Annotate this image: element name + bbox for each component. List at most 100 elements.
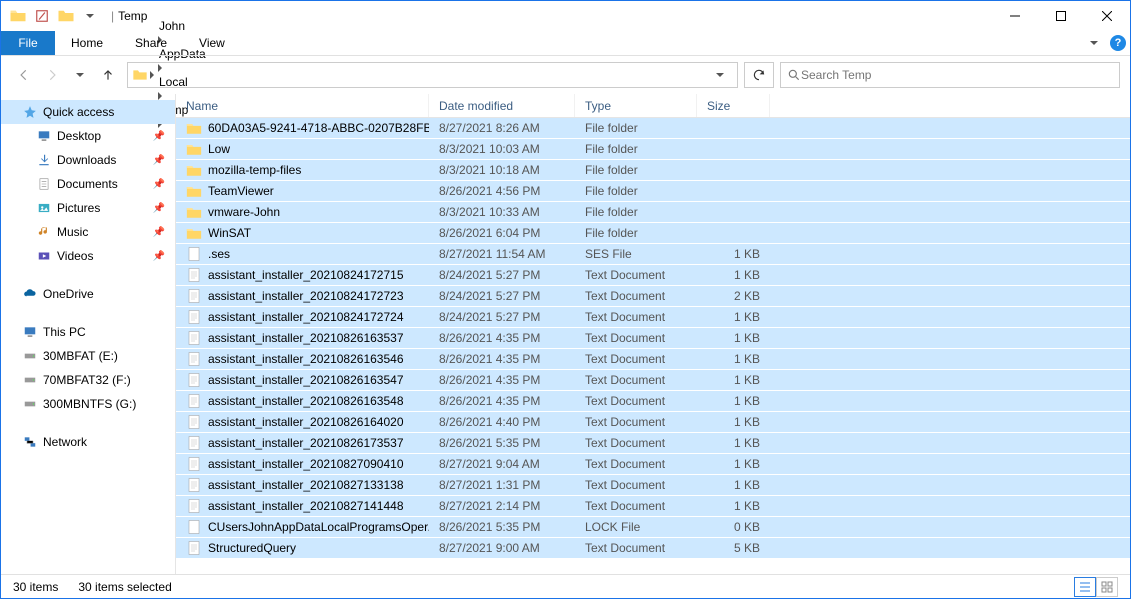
folder-icon [186,141,202,157]
file-date: 8/26/2021 4:40 PM [429,412,575,432]
file-row[interactable]: assistant_installer_202108270904108/27/2… [176,454,1130,475]
file-tab[interactable]: File [1,31,55,55]
nav-label: 70MBFAT32 (F:) [43,373,131,387]
app-folder-icon [7,5,29,27]
qat-dropdown-button[interactable] [79,5,101,27]
view-details-button[interactable] [1074,577,1096,597]
nav-drive-item[interactable]: 300MBNTFS (G:) [1,392,175,416]
share-tab[interactable]: Share [119,31,183,55]
file-type: Text Document [575,265,697,285]
column-header-date[interactable]: Date modified [429,94,575,117]
chevron-right-icon [156,61,164,75]
column-header-name[interactable]: Name [176,94,429,117]
refresh-button[interactable] [744,62,774,88]
nav-label: Pictures [57,201,100,215]
qat-properties-button[interactable] [31,5,53,27]
file-row[interactable]: TeamViewer8/26/2021 4:56 PMFile folder [176,181,1130,202]
address-dropdown-button[interactable] [707,62,733,88]
nav-network[interactable]: Network [1,430,175,454]
text-file-icon [186,393,202,409]
folder-icon [186,162,202,178]
file-row[interactable]: WinSAT8/26/2021 6:04 PMFile folder [176,223,1130,244]
file-row[interactable]: assistant_installer_202108261635378/26/2… [176,328,1130,349]
status-item-count: 30 items [13,580,58,594]
text-file-icon [186,477,202,493]
nav-label: OneDrive [43,287,94,301]
nav-drive-item[interactable]: 30MBFAT (E:) [1,344,175,368]
back-button[interactable] [11,62,37,88]
qat-new-folder-button[interactable] [55,5,77,27]
file-row[interactable]: assistant_installer_202108241727238/24/2… [176,286,1130,307]
file-rows[interactable]: 60DA03A5-9241-4718-ABBC-0207B28FBF568/27… [176,118,1130,574]
file-size [697,118,770,138]
nav-pinned-item[interactable]: Pictures📌 [1,196,175,220]
file-row[interactable]: vmware-John8/3/2021 10:33 AMFile folder [176,202,1130,223]
up-button[interactable] [95,62,121,88]
column-header-type[interactable]: Type [575,94,697,117]
file-row[interactable]: assistant_installer_202108241727248/24/2… [176,307,1130,328]
nav-pinned-item[interactable]: Desktop📌 [1,124,175,148]
address-bar[interactable]: JohnAppDataLocalTemp [127,62,738,88]
file-row[interactable]: StructuredQuery8/27/2021 9:00 AMText Doc… [176,538,1130,559]
file-name: assistant_installer_20210827141448 [208,499,404,513]
file-type: Text Document [575,307,697,327]
search-input[interactable] [801,68,1113,82]
file-type: Text Document [575,328,697,348]
window-title: Temp [118,9,147,23]
file-row[interactable]: assistant_installer_202108261735378/26/2… [176,433,1130,454]
file-row[interactable]: assistant_installer_202108241727158/24/2… [176,265,1130,286]
file-date: 8/27/2021 11:54 AM [429,244,575,264]
file-row[interactable]: 60DA03A5-9241-4718-ABBC-0207B28FBF568/27… [176,118,1130,139]
drive-icon [23,349,37,363]
file-date: 8/27/2021 1:31 PM [429,475,575,495]
file-size: 1 KB [697,391,770,411]
file-row[interactable]: assistant_installer_202108261635468/26/2… [176,349,1130,370]
view-tab[interactable]: View [183,31,241,55]
nav-pinned-item[interactable]: Downloads📌 [1,148,175,172]
breadcrumb-segment[interactable]: Local [156,75,209,89]
folder-icon [186,120,202,136]
chevron-down-icon [86,14,94,18]
nav-pinned-item[interactable]: Music📌 [1,220,175,244]
file-row[interactable]: mozilla-temp-files8/3/2021 10:18 AMFile … [176,160,1130,181]
file-date: 8/26/2021 4:35 PM [429,349,575,369]
nav-pinned-item[interactable]: Videos📌 [1,244,175,268]
help-button[interactable]: ? [1106,31,1130,55]
file-row[interactable]: assistant_installer_202108271414488/27/2… [176,496,1130,517]
nav-drive-item[interactable]: 70MBFAT32 (F:) [1,368,175,392]
search-box[interactable] [780,62,1120,88]
file-date: 8/26/2021 5:35 PM [429,517,575,537]
nav-pinned-item[interactable]: Documents📌 [1,172,175,196]
file-name: assistant_installer_20210827090410 [208,457,404,471]
pin-icon: 📌 [153,227,165,238]
view-large-icons-button[interactable] [1096,577,1118,597]
nav-quick-access[interactable]: Quick access [1,100,175,124]
forward-button[interactable] [39,62,65,88]
column-header-size[interactable]: Size [697,94,770,117]
file-size: 1 KB [697,496,770,516]
file-row[interactable]: assistant_installer_202108261635478/26/2… [176,370,1130,391]
file-row[interactable]: assistant_installer_202108271331388/27/2… [176,475,1130,496]
maximize-button[interactable] [1038,1,1084,31]
search-icon [787,68,801,82]
recent-locations-button[interactable] [67,62,93,88]
nav-this-pc[interactable]: This PC [1,320,175,344]
nav-onedrive[interactable]: OneDrive [1,282,175,306]
file-row[interactable]: Low8/3/2021 10:03 AMFile folder [176,139,1130,160]
expand-ribbon-button[interactable] [1082,31,1106,55]
close-button[interactable] [1084,1,1130,31]
file-row[interactable]: CUsersJohnAppDataLocalProgramsOper...8/2… [176,517,1130,538]
file-name: mozilla-temp-files [208,163,301,177]
file-type: File folder [575,139,697,159]
file-row[interactable]: assistant_installer_202108261635488/26/2… [176,391,1130,412]
home-tab[interactable]: Home [55,31,119,55]
minimize-button[interactable] [992,1,1038,31]
file-date: 8/3/2021 10:18 AM [429,160,575,180]
text-file-icon [186,435,202,451]
file-date: 8/24/2021 5:27 PM [429,286,575,306]
nav-label: 300MBNTFS (G:) [43,397,136,411]
file-size: 0 KB [697,517,770,537]
file-row[interactable]: .ses8/27/2021 11:54 AMSES File1 KB [176,244,1130,265]
file-row[interactable]: assistant_installer_202108261640208/26/2… [176,412,1130,433]
file-type: File folder [575,223,697,243]
